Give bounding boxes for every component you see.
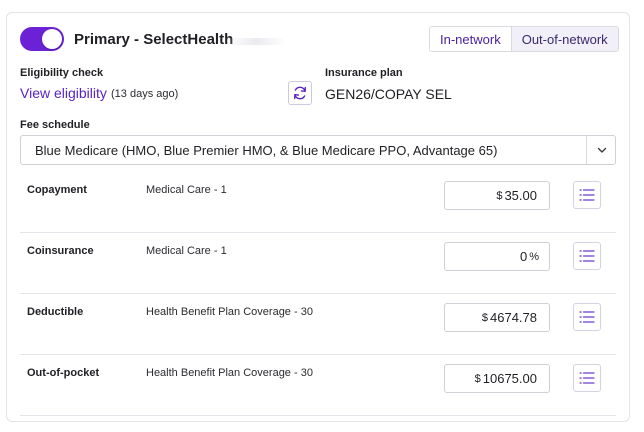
coinsurance-percent-input[interactable]: 0% <box>444 242 550 271</box>
list-icon <box>579 311 595 323</box>
refresh-icon <box>294 86 306 100</box>
row-divider <box>20 415 616 416</box>
amount-value: 0 <box>519 249 528 264</box>
select-divider <box>586 136 587 164</box>
coinsurance-details-button[interactable] <box>573 242 601 270</box>
out-of-pocket-details-button[interactable] <box>573 364 601 392</box>
insurance-plan-value: GEN26/COPAY SEL <box>325 86 452 102</box>
benefit-row-copayment: Copayment Medical Care - 1 $35.00 <box>20 172 616 233</box>
amount-value: 10675.00 <box>482 371 537 386</box>
benefit-name: Coinsurance <box>27 245 94 257</box>
benefit-row-out-of-pocket: Out-of-pocket Health Benefit Plan Covera… <box>20 355 616 416</box>
fee-schedule-value: Blue Medicare (HMO, Blue Premier HMO, & … <box>35 143 498 158</box>
primary-toggle[interactable] <box>20 27 64 51</box>
benefit-description: Health Benefit Plan Coverage - 30 <box>146 306 313 318</box>
benefit-name: Deductible <box>27 306 84 318</box>
network-segmented-control: In-network Out-of-network <box>429 26 619 52</box>
insurance-plan-label: Insurance plan <box>325 67 403 79</box>
benefit-row-coinsurance: Coinsurance Medical Care - 1 0% <box>20 233 616 294</box>
copayment-amount-input[interactable]: $35.00 <box>444 181 550 210</box>
amount-value: 35.00 <box>504 188 537 203</box>
chevron-down-icon <box>597 147 607 153</box>
benefit-description: Medical Care - 1 <box>146 245 227 257</box>
eligibility-age: (13 days ago) <box>111 88 179 100</box>
list-icon <box>579 250 595 262</box>
view-eligibility-link[interactable]: View eligibility <box>20 85 107 101</box>
fee-schedule-select[interactable]: Blue Medicare (HMO, Blue Premier HMO, & … <box>20 135 616 165</box>
currency-prefix: $ <box>496 189 503 202</box>
copayment-details-button[interactable] <box>573 181 601 209</box>
in-network-option[interactable]: In-network <box>430 27 511 51</box>
out-of-network-option[interactable]: Out-of-network <box>510 27 618 51</box>
currency-prefix: $ <box>481 311 488 324</box>
eligibility-check-label: Eligibility check <box>20 67 104 79</box>
unit-suffix: % <box>529 250 539 263</box>
benefit-name: Out-of-pocket <box>27 367 100 379</box>
toggle-knob <box>42 29 62 49</box>
out-of-pocket-amount-input[interactable]: $10675.00 <box>444 364 550 393</box>
refresh-eligibility-button[interactable] <box>288 81 312 105</box>
redacted-text <box>226 38 286 45</box>
list-icon <box>579 372 595 384</box>
benefit-row-deductible: Deductible Health Benefit Plan Coverage … <box>20 294 616 355</box>
benefit-description: Medical Care - 1 <box>146 184 227 196</box>
deductible-amount-input[interactable]: $4674.78 <box>444 303 550 332</box>
fee-schedule-label: Fee schedule <box>20 119 90 131</box>
list-icon <box>579 189 595 201</box>
deductible-details-button[interactable] <box>573 303 601 331</box>
benefit-description: Health Benefit Plan Coverage - 30 <box>146 367 313 379</box>
benefit-name: Copayment <box>27 184 87 196</box>
currency-prefix: $ <box>474 372 481 385</box>
insurance-title: Primary - SelectHealth <box>74 31 234 48</box>
amount-value: 4674.78 <box>490 310 537 325</box>
